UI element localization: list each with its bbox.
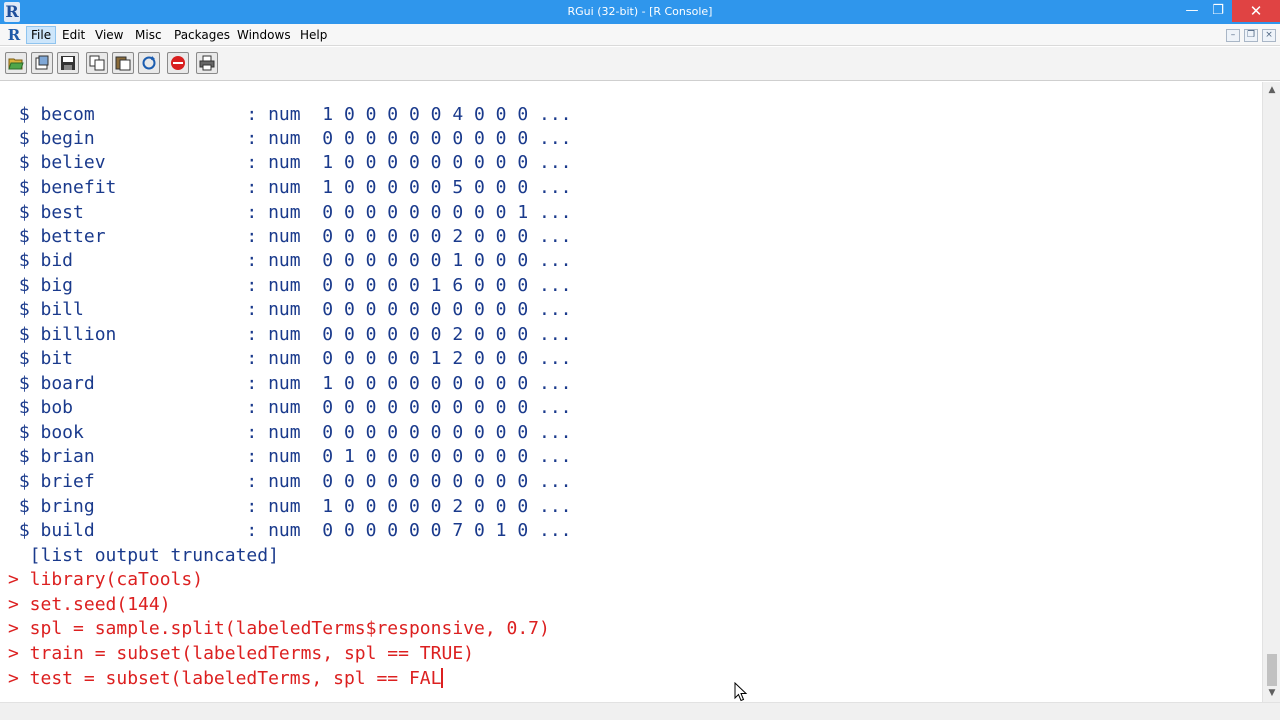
output-line: $ becom : num 1 0 0 0 0 0 4 0 0 0 ... [8, 104, 572, 125]
maximize-button[interactable]: ❐ [1204, 0, 1232, 22]
output-line: $ brian : num 0 1 0 0 0 0 0 0 0 0 ... [8, 446, 572, 467]
menu-view[interactable]: View [91, 26, 127, 44]
output-line: $ build : num 0 0 0 0 0 0 7 0 1 0 ... [8, 520, 572, 541]
menu-windows[interactable]: Windows [233, 26, 295, 44]
menu-packages[interactable]: Packages [170, 26, 234, 44]
text-cursor [441, 668, 444, 688]
command-line: > spl = sample.split(labeledTerms$respon… [8, 618, 550, 639]
output-line: $ benefit : num 1 0 0 0 0 0 5 0 0 0 ... [8, 177, 572, 198]
output-line: $ bill : num 0 0 0 0 0 0 0 0 0 0 ... [8, 299, 572, 320]
truncation-note: [list output truncated] [8, 545, 279, 566]
open-script-icon [8, 58, 24, 70]
horizontal-scrollbar[interactable] [0, 702, 1280, 720]
mouse-pointer-icon [734, 682, 748, 702]
print-icon [199, 55, 215, 71]
menu-help[interactable]: Help [296, 26, 331, 44]
output-line: $ begin : num 0 0 0 0 0 0 0 0 0 0 ... [8, 128, 572, 149]
load-workspace-button[interactable] [31, 52, 53, 74]
close-button[interactable]: ✕ [1232, 0, 1280, 22]
output-line: $ bob : num 0 0 0 0 0 0 0 0 0 0 ... [8, 397, 572, 418]
output-line: $ brief : num 0 0 0 0 0 0 0 0 0 0 ... [8, 471, 572, 492]
save-workspace-icon [61, 56, 75, 70]
menu-misc[interactable]: Misc [131, 26, 166, 44]
output-line: $ believ : num 1 0 0 0 0 0 0 0 0 0 ... [8, 152, 572, 173]
command-line: > set.seed(144) [8, 594, 171, 615]
copy-paste-button[interactable] [112, 52, 134, 74]
menu-file[interactable]: File [26, 26, 57, 44]
output-line: $ bit : num 0 0 0 0 0 1 2 0 0 0 ... [8, 348, 572, 369]
command-line: > train = subset(labeledTerms, spl == TR… [8, 643, 474, 664]
command-line: > library(caTools) [8, 569, 204, 590]
menu-bar: R File Edit View Misc Packages Windows H… [0, 24, 1280, 46]
output-line: $ better : num 0 0 0 0 0 0 2 0 0 0 ... [8, 226, 572, 247]
output-line: $ billion : num 0 0 0 0 0 0 2 0 0 0 ... [8, 324, 572, 345]
toolbar [0, 47, 1280, 81]
load-workspace-icon [35, 55, 49, 70]
child-close-button[interactable]: × [1262, 29, 1276, 42]
menu-edit[interactable]: Edit [58, 26, 89, 44]
output-line: $ bring : num 1 0 0 0 0 0 2 0 0 0 ... [8, 496, 572, 517]
r-console-icon: R [7, 26, 21, 44]
print-button[interactable] [196, 52, 218, 74]
copy-paste-icon [115, 56, 131, 71]
save-workspace-button[interactable] [57, 52, 79, 74]
output-line: $ best : num 0 0 0 0 0 0 0 0 0 1 ... [8, 202, 572, 223]
copy-icon [89, 55, 105, 71]
command-input-line[interactable]: > test = subset(labeledTerms, spl == FAL [8, 667, 444, 691]
refresh-button[interactable] [138, 52, 160, 74]
output-line: $ bid : num 0 0 0 0 0 0 1 0 0 0 ... [8, 250, 572, 271]
window-title: RGui (32-bit) - [R Console] [567, 5, 713, 18]
scrollbar-thumb[interactable] [1267, 654, 1277, 686]
stop-button[interactable] [167, 52, 189, 74]
refresh-icon [142, 56, 156, 70]
r-console[interactable]: $ becom : num 1 0 0 0 0 0 4 0 0 0 ... $ … [0, 82, 1262, 702]
output-line: $ board : num 1 0 0 0 0 0 0 0 0 0 ... [8, 373, 572, 394]
scroll-down-arrow-icon[interactable]: ▼ [1263, 685, 1280, 702]
scroll-up-arrow-icon[interactable]: ▲ [1263, 82, 1280, 99]
command-input-text[interactable]: > test = subset(labeledTerms, spl == FAL [8, 668, 441, 689]
output-line: $ big : num 0 0 0 0 0 1 6 0 0 0 ... [8, 275, 572, 296]
minimize-button[interactable]: — [1178, 0, 1206, 22]
open-script-button[interactable] [5, 52, 27, 74]
child-minimize-button[interactable]: – [1226, 29, 1240, 42]
title-bar: R RGui (32-bit) - [R Console] — ❐ ✕ [0, 0, 1280, 24]
output-line: $ book : num 0 0 0 0 0 0 0 0 0 0 ... [8, 422, 572, 443]
child-restore-button[interactable]: ❐ [1244, 29, 1258, 42]
stop-icon [171, 56, 185, 70]
vertical-scrollbar[interactable]: ▲ ▼ [1262, 82, 1280, 702]
copy-button[interactable] [86, 52, 108, 74]
